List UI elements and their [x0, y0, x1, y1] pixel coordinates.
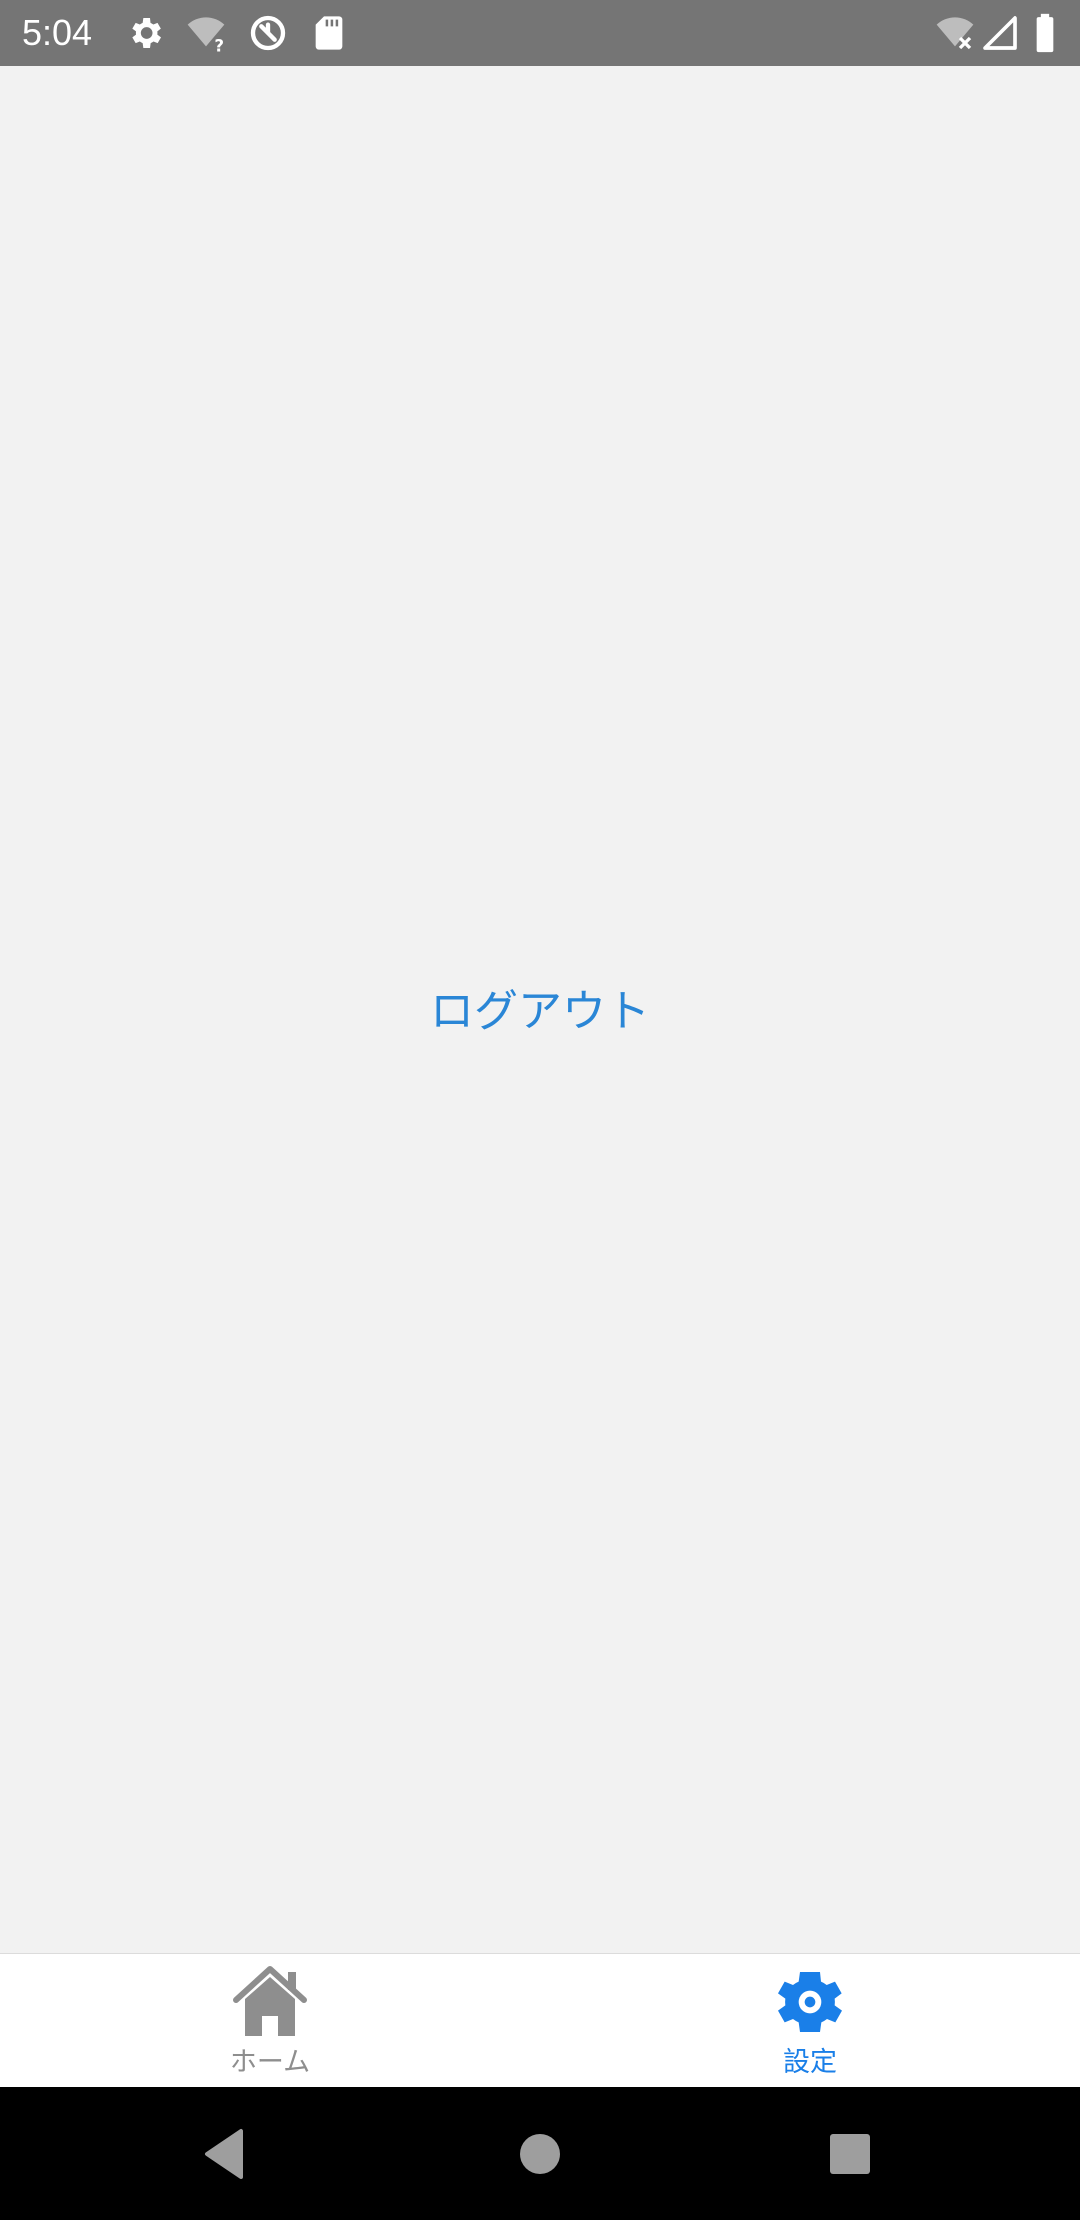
tab-home[interactable]: ホーム: [0, 1954, 540, 2088]
logout-button[interactable]: ログアウト: [390, 972, 690, 1052]
status-time: 5:04: [22, 12, 93, 53]
tab-settings[interactable]: 設定: [540, 1954, 1080, 2088]
tab-home-label: ホーム: [229, 2047, 311, 2078]
back-icon[interactable]: [193, 2121, 259, 2187]
wifi-off-icon: [935, 13, 975, 53]
signal-icon: [980, 13, 1020, 53]
bottom-tab-bar: ホーム 設定: [0, 1953, 1080, 2087]
data-saver-icon: [248, 13, 288, 53]
battery-icon: [1030, 13, 1060, 53]
wifi-unknown-icon: ?: [186, 13, 226, 53]
settings-screen: ログアウト: [0, 66, 1080, 1953]
recents-icon[interactable]: [817, 2121, 883, 2187]
home-icon: [230, 1962, 310, 2042]
gear-icon: [770, 1962, 850, 2042]
home-circle-icon[interactable]: [507, 2121, 573, 2187]
svg-text:?: ?: [214, 36, 224, 53]
status-bar: 5:04 ?: [0, 0, 1080, 66]
sd-card-icon: [309, 13, 349, 53]
system-nav-bar: [0, 2087, 1080, 2220]
settings-icon: [125, 13, 165, 53]
tab-settings-label: 設定: [783, 2047, 837, 2078]
